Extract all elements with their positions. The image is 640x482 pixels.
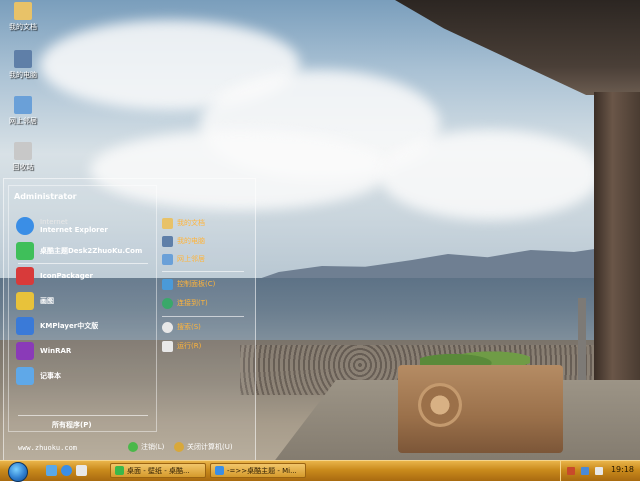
desktop-icon-label: 我的电脑 xyxy=(9,71,37,79)
start-item-label: KMPlayer中文版 xyxy=(40,322,99,330)
start-setting-control-panel[interactable]: 控制面板(C) xyxy=(162,277,215,291)
my-documents-icon xyxy=(162,217,173,229)
start-tool-search[interactable]: 搜索(S) xyxy=(162,320,201,334)
start-button[interactable] xyxy=(8,462,28,482)
start-menu-footer: www.zhuoku.com 注销(L) 关闭计算机(U) xyxy=(4,437,255,461)
recycle-bin-icon xyxy=(14,142,32,160)
start-item-label: 画图 xyxy=(40,297,54,305)
desktop-icon-recycle-bin[interactable]: 回收站 xyxy=(2,142,44,172)
start-menu-separator xyxy=(18,415,148,416)
start-item-label: WinRAR xyxy=(40,347,72,355)
start-menu-separator xyxy=(18,263,148,264)
start-menu-separator xyxy=(162,271,244,272)
start-place-my-computer[interactable]: 我的电脑 xyxy=(162,234,205,248)
start-setting-label: 连接到(T) xyxy=(177,299,208,307)
post xyxy=(578,298,586,380)
my-computer-icon xyxy=(162,235,173,247)
desktop-icon-label: 我的文档 xyxy=(9,23,37,31)
notepad-icon xyxy=(16,367,34,385)
paint-icon xyxy=(16,292,34,310)
start-item-label: 桌酷主题Desk2ZhuoKu.Com xyxy=(40,247,143,255)
task-button-desktop-wallpaper[interactable]: 桌面 - 壁纸 - 桌酷... xyxy=(110,463,206,478)
winrar-icon xyxy=(16,342,34,360)
ie-icon[interactable] xyxy=(61,465,72,476)
start-place-label: 我的电脑 xyxy=(177,237,205,245)
start-menu-user-name: Administrator xyxy=(14,192,77,201)
tray-user-icon[interactable] xyxy=(567,467,575,475)
taskbar: 桌面 - 壁纸 - 桌酷... -=>>桌酷主题 - Mi... 19:18 xyxy=(0,460,640,482)
my-documents-icon xyxy=(14,2,32,20)
theme-icon xyxy=(16,242,34,260)
start-item-kmplayer[interactable]: KMPlayer中文版 xyxy=(16,316,98,336)
shutdown-icon xyxy=(174,442,184,452)
start-tool-label: 搜索(S) xyxy=(177,323,201,331)
footer-url: www.zhuoku.com xyxy=(18,444,78,452)
logoff-button[interactable]: 注销(L) xyxy=(128,442,164,452)
desktop-icon-label: 回收站 xyxy=(12,163,34,171)
connect-to-icon xyxy=(162,297,173,309)
start-item-notepad[interactable]: 记事本 xyxy=(16,366,61,386)
media-player-icon[interactable] xyxy=(76,465,87,476)
start-item-label: Internet Internet Explorer xyxy=(40,218,108,234)
logoff-icon xyxy=(128,442,138,452)
cloud xyxy=(380,130,600,220)
iconpackager-icon xyxy=(16,267,34,285)
start-tool-label: 运行(R) xyxy=(177,342,202,350)
start-setting-label: 控制面板(C) xyxy=(177,280,216,288)
run-icon xyxy=(162,340,173,352)
start-menu-separator xyxy=(162,316,244,317)
planter xyxy=(398,365,563,453)
start-menu: Administrator Internet Internet Explorer… xyxy=(3,178,256,462)
start-setting-connect-to[interactable]: 连接到(T) xyxy=(162,296,208,310)
shutdown-label: 关闭计算机(U) xyxy=(187,443,233,451)
start-item-iconpackager[interactable]: IconPackager xyxy=(16,266,93,286)
desktop-icon-label: 网上邻居 xyxy=(9,117,37,125)
task-button-theme-browser[interactable]: -=>>桌酷主题 - Mi... xyxy=(210,463,306,478)
start-place-my-documents[interactable]: 我的文档 xyxy=(162,216,205,230)
start-place-network-places[interactable]: 网上邻居 xyxy=(162,252,205,266)
pillar xyxy=(594,92,640,390)
network-places-icon xyxy=(162,253,173,265)
start-tool-run[interactable]: 运行(R) xyxy=(162,339,201,353)
start-place-label: 网上邻居 xyxy=(177,255,205,263)
start-item-paint[interactable]: 画图 xyxy=(16,291,54,311)
start-item-title: Internet Explorer xyxy=(40,226,108,234)
start-item-theme[interactable]: 桌酷主题Desk2ZhuoKu.Com xyxy=(16,241,142,261)
start-item-label: IconPackager xyxy=(40,272,93,280)
tray-volume-icon[interactable] xyxy=(595,467,603,475)
task-label: 桌面 - 壁纸 - 桌酷... xyxy=(127,466,190,475)
search-icon xyxy=(162,321,173,333)
logoff-label: 注销(L) xyxy=(141,443,165,451)
start-item-winrar[interactable]: WinRAR xyxy=(16,341,71,361)
desktop-icon-my-computer[interactable]: 我的电脑 xyxy=(2,50,44,80)
shutdown-button[interactable]: 关闭计算机(U) xyxy=(174,442,233,452)
desktop-icon-network-places[interactable]: 网上邻居 xyxy=(2,96,44,126)
task-label: -=>>桌酷主题 - Mi... xyxy=(227,466,297,475)
desktop-icon-my-documents[interactable]: 我的文档 xyxy=(2,2,44,32)
start-item-internet-explorer[interactable]: Internet Internet Explorer xyxy=(16,216,108,236)
network-places-icon xyxy=(14,96,32,114)
clock[interactable]: 19:18 xyxy=(611,465,634,474)
tray-network-icon[interactable] xyxy=(581,467,589,475)
start-place-label: 我的文档 xyxy=(177,219,205,227)
start-item-sublabel: Internet xyxy=(40,218,68,226)
my-computer-icon xyxy=(14,50,32,68)
ie-icon xyxy=(16,217,34,235)
ie-icon xyxy=(215,466,224,475)
kmplayer-icon xyxy=(16,317,34,335)
show-desktop-icon[interactable] xyxy=(46,465,57,476)
control-panel-icon xyxy=(162,278,173,290)
folder-icon xyxy=(115,466,124,475)
all-programs-button[interactable]: 所有程序(P) xyxy=(52,420,92,430)
start-item-label: 记事本 xyxy=(40,372,61,380)
